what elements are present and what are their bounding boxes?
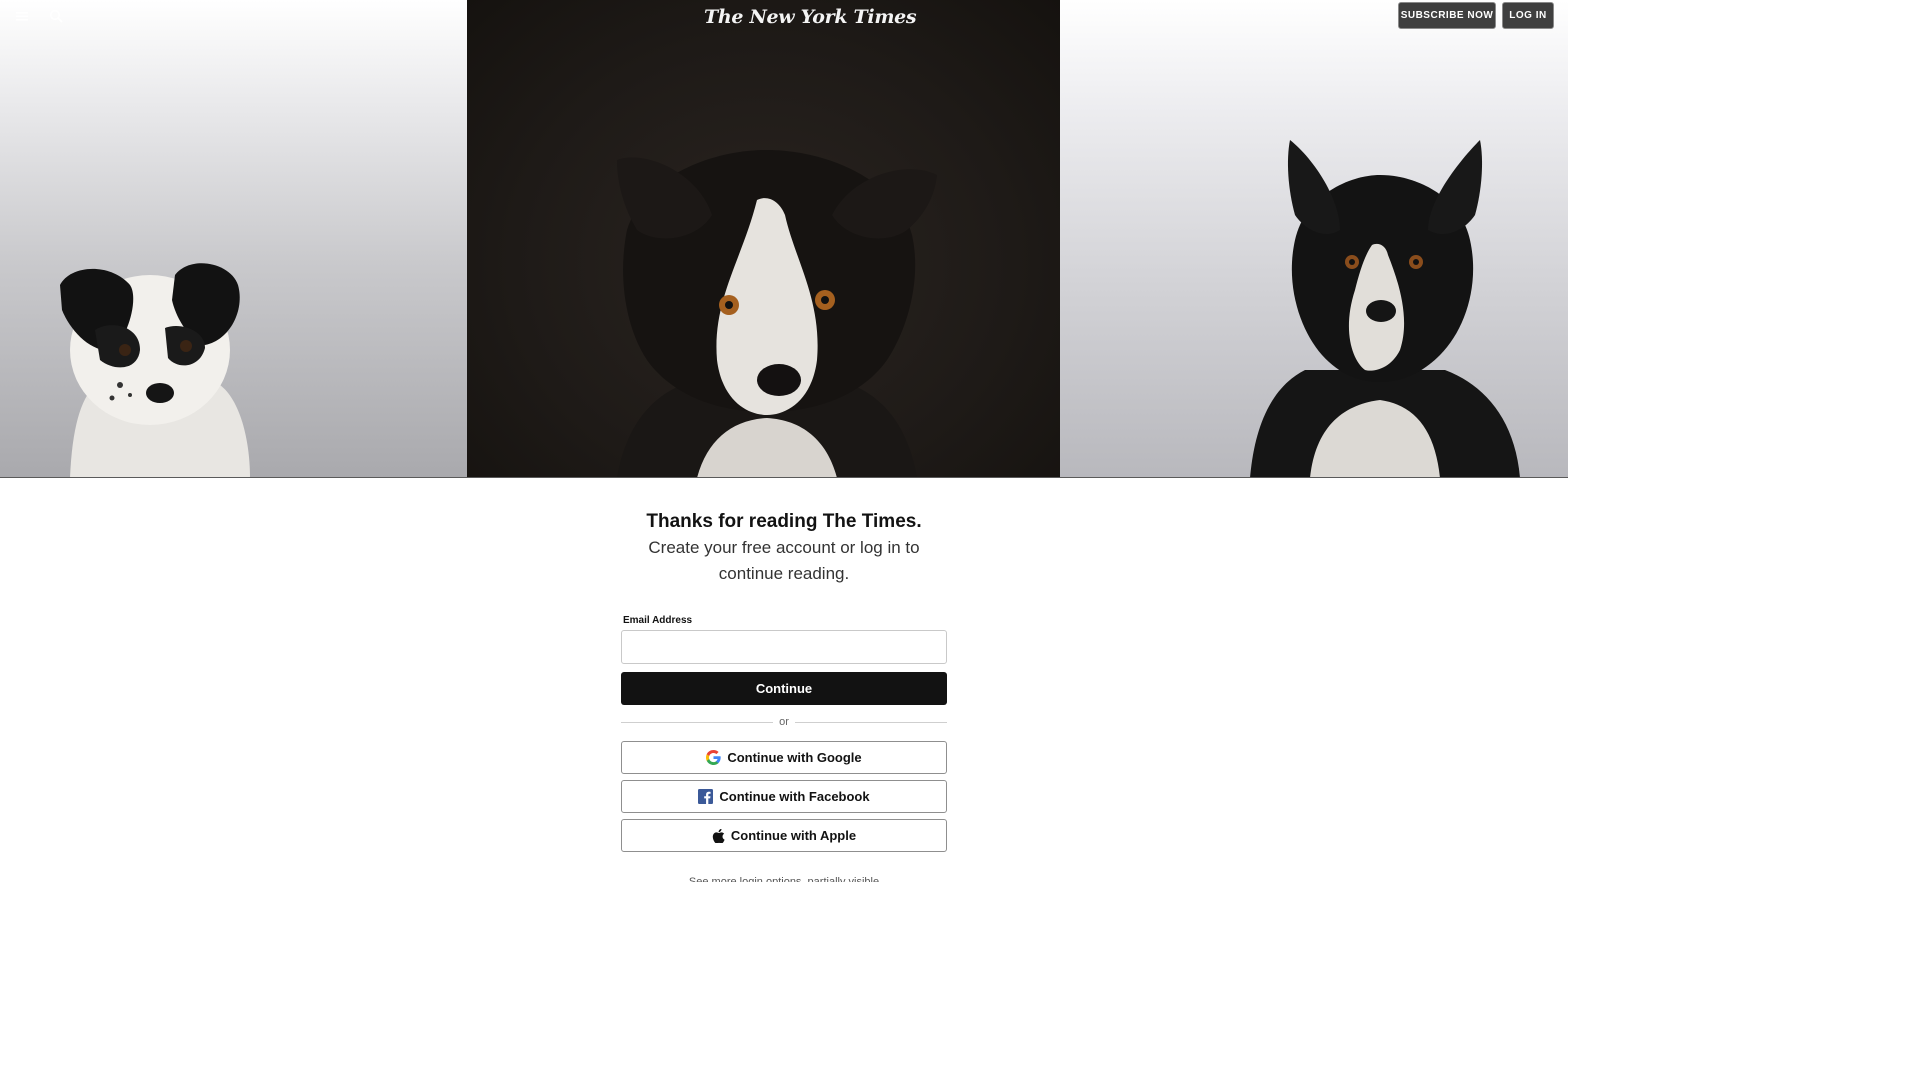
hero-image-collie-dark: The New York Times <box>467 0 1060 477</box>
login-headline: Thanks for reading The Times. <box>646 511 922 532</box>
hero-image-collie-adult <box>1060 0 1568 477</box>
divider-line-left <box>621 722 773 723</box>
facebook-button-label: Continue with Facebook <box>719 789 870 804</box>
puppy-illustration <box>60 263 250 477</box>
divider-line-right <box>795 722 947 723</box>
nyt-logo[interactable]: The New York Times <box>704 4 917 30</box>
login-subhead: Create your free account or log in to co… <box>648 538 920 583</box>
google-button-label: Continue with Google <box>727 750 862 765</box>
collie-illustration <box>617 150 937 477</box>
adult-collie-illustration <box>1250 140 1520 477</box>
hero-image-puppy <box>0 0 467 477</box>
facebook-icon <box>698 789 714 804</box>
email-label: Email Address <box>623 615 693 626</box>
divider-text: or <box>779 716 789 728</box>
continue-button[interactable]: Continue <box>621 672 947 705</box>
hero-banner: The New York Times SUBSCRIBE NOW LOG IN <box>0 0 1568 478</box>
apple-button-label: Continue with Apple <box>730 828 857 843</box>
subscribe-now-button[interactable]: SUBSCRIBE NOW <box>1398 2 1496 29</box>
email-input[interactable] <box>621 630 947 664</box>
more-options-link[interactable]: See more login options, partially visibl… <box>584 872 984 882</box>
google-icon <box>706 750 721 765</box>
log-in-button[interactable]: LOG IN <box>1502 2 1554 29</box>
continue-with-facebook-button[interactable]: Continue with Facebook <box>621 780 947 813</box>
apple-icon <box>712 828 725 843</box>
or-divider: or <box>621 714 947 730</box>
hamburger-menu-icon[interactable] <box>14 8 30 24</box>
continue-with-google-button[interactable]: Continue with Google <box>621 741 947 774</box>
search-icon[interactable] <box>48 8 64 24</box>
continue-with-apple-button[interactable]: Continue with Apple <box>621 819 947 852</box>
